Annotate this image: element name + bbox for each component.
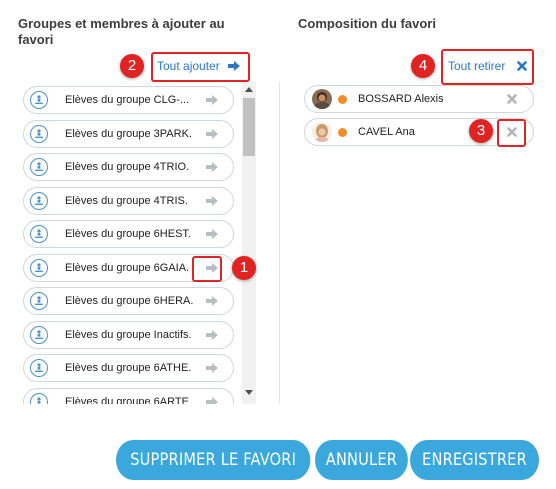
group-icon bbox=[30, 191, 48, 210]
scroll-up-arrow-icon[interactable] bbox=[245, 87, 253, 92]
add-group-button[interactable] bbox=[203, 393, 221, 404]
avatar bbox=[312, 89, 332, 109]
arrow-right-icon bbox=[206, 296, 218, 306]
group-list-item: Elèves du groupe CLG-... bbox=[23, 86, 234, 114]
group-icon bbox=[30, 292, 48, 310]
arrow-right-icon bbox=[206, 128, 218, 139]
annotation-box-add-group bbox=[192, 256, 222, 282]
add-group-button[interactable] bbox=[203, 125, 221, 143]
annotation-box-add-all bbox=[151, 52, 250, 82]
group-icon bbox=[30, 392, 48, 404]
annotation-badge-4: 4 bbox=[411, 54, 435, 78]
add-group-button[interactable] bbox=[203, 292, 221, 310]
group-list-item: Elèves du groupe Inactifs. bbox=[23, 320, 234, 349]
arrow-right-icon bbox=[206, 363, 218, 373]
group-icon bbox=[30, 158, 48, 176]
annotation-badge-1: 1 bbox=[232, 256, 256, 280]
group-icon bbox=[30, 325, 48, 344]
group-list-item: Elèves du groupe 3PARK. bbox=[23, 119, 234, 148]
arrow-right-icon bbox=[206, 195, 218, 206]
group-list-item: Elèves du groupe 4TRIS. bbox=[23, 186, 234, 215]
favorite-composition-title: Composition du favori bbox=[298, 16, 436, 31]
annotation-box-remove-all bbox=[441, 49, 534, 85]
group-label: Elèves du groupe CLG-... bbox=[65, 94, 190, 106]
groups-list-scrollbar[interactable] bbox=[242, 82, 256, 404]
group-list-item: Elèves du groupe 6HERA. bbox=[23, 287, 234, 315]
group-icon bbox=[30, 124, 48, 143]
groups-list[interactable]: Elèves du groupe CLG-... Elèves du groupe… bbox=[20, 82, 242, 404]
groups-panel-title: Groupes et membres à ajouter au favori bbox=[18, 16, 225, 47]
delete-favorite-button[interactable]: SUPPRIMER LE FAVORI bbox=[116, 440, 311, 480]
group-label: Elèves du groupe 3PARK. bbox=[65, 127, 192, 140]
group-label: Elèves du groupe 6ARTE bbox=[65, 395, 189, 405]
panel-divider bbox=[279, 82, 280, 404]
annotation-badge-3: 3 bbox=[469, 119, 493, 143]
member-item: BOSSARD Alexis bbox=[304, 85, 534, 113]
group-label: Elèves du groupe 4TRIO. bbox=[65, 161, 190, 173]
status-dot bbox=[338, 127, 347, 137]
group-label: Elèves du groupe 6GAIA. bbox=[65, 261, 190, 274]
arrow-right-icon bbox=[206, 95, 218, 105]
group-icon bbox=[30, 225, 48, 243]
close-icon bbox=[507, 94, 517, 104]
scroll-thumb[interactable] bbox=[243, 98, 255, 156]
group-icon bbox=[30, 258, 48, 277]
status-dot bbox=[338, 94, 347, 104]
add-group-button[interactable] bbox=[203, 158, 221, 176]
group-icon bbox=[30, 91, 48, 109]
cancel-button[interactable]: ANNULER bbox=[315, 440, 408, 480]
group-label: Elèves du groupe 6HEST. bbox=[65, 228, 191, 240]
group-list-item: Elèves du groupe 6HEST. bbox=[23, 220, 234, 248]
add-group-button[interactable] bbox=[203, 359, 221, 377]
group-label: Elèves du groupe 6HERA. bbox=[65, 295, 194, 307]
annotation-badge-2: 2 bbox=[120, 54, 144, 78]
arrow-right-icon bbox=[206, 162, 218, 172]
group-label: Elèves du groupe 4TRIS. bbox=[65, 194, 188, 207]
scroll-down-arrow-icon[interactable] bbox=[245, 390, 253, 395]
member-name: BOSSARD Alexis bbox=[358, 93, 444, 105]
add-group-button[interactable] bbox=[203, 91, 221, 109]
group-list-item: Elèves du groupe 6ARTE bbox=[23, 387, 234, 405]
add-group-button[interactable] bbox=[203, 225, 221, 243]
arrow-right-icon bbox=[206, 229, 218, 239]
group-label: Elèves du groupe 6ATHE. bbox=[65, 362, 192, 374]
group-list-item: Elèves du groupe 4TRIO. bbox=[23, 153, 234, 181]
group-label: Elèves du groupe Inactifs. bbox=[65, 328, 192, 341]
group-icon bbox=[30, 359, 48, 377]
add-group-button[interactable] bbox=[203, 192, 221, 210]
add-group-button[interactable] bbox=[203, 326, 221, 344]
remove-member-button[interactable] bbox=[503, 90, 521, 108]
avatar bbox=[312, 122, 332, 142]
save-button[interactable]: ENREGISTRER bbox=[410, 440, 539, 480]
arrow-right-icon bbox=[206, 329, 218, 340]
arrow-right-icon bbox=[206, 396, 218, 404]
group-list-item: Elèves du groupe 6ATHE. bbox=[23, 354, 234, 382]
annotation-box-remove-member bbox=[497, 119, 526, 147]
